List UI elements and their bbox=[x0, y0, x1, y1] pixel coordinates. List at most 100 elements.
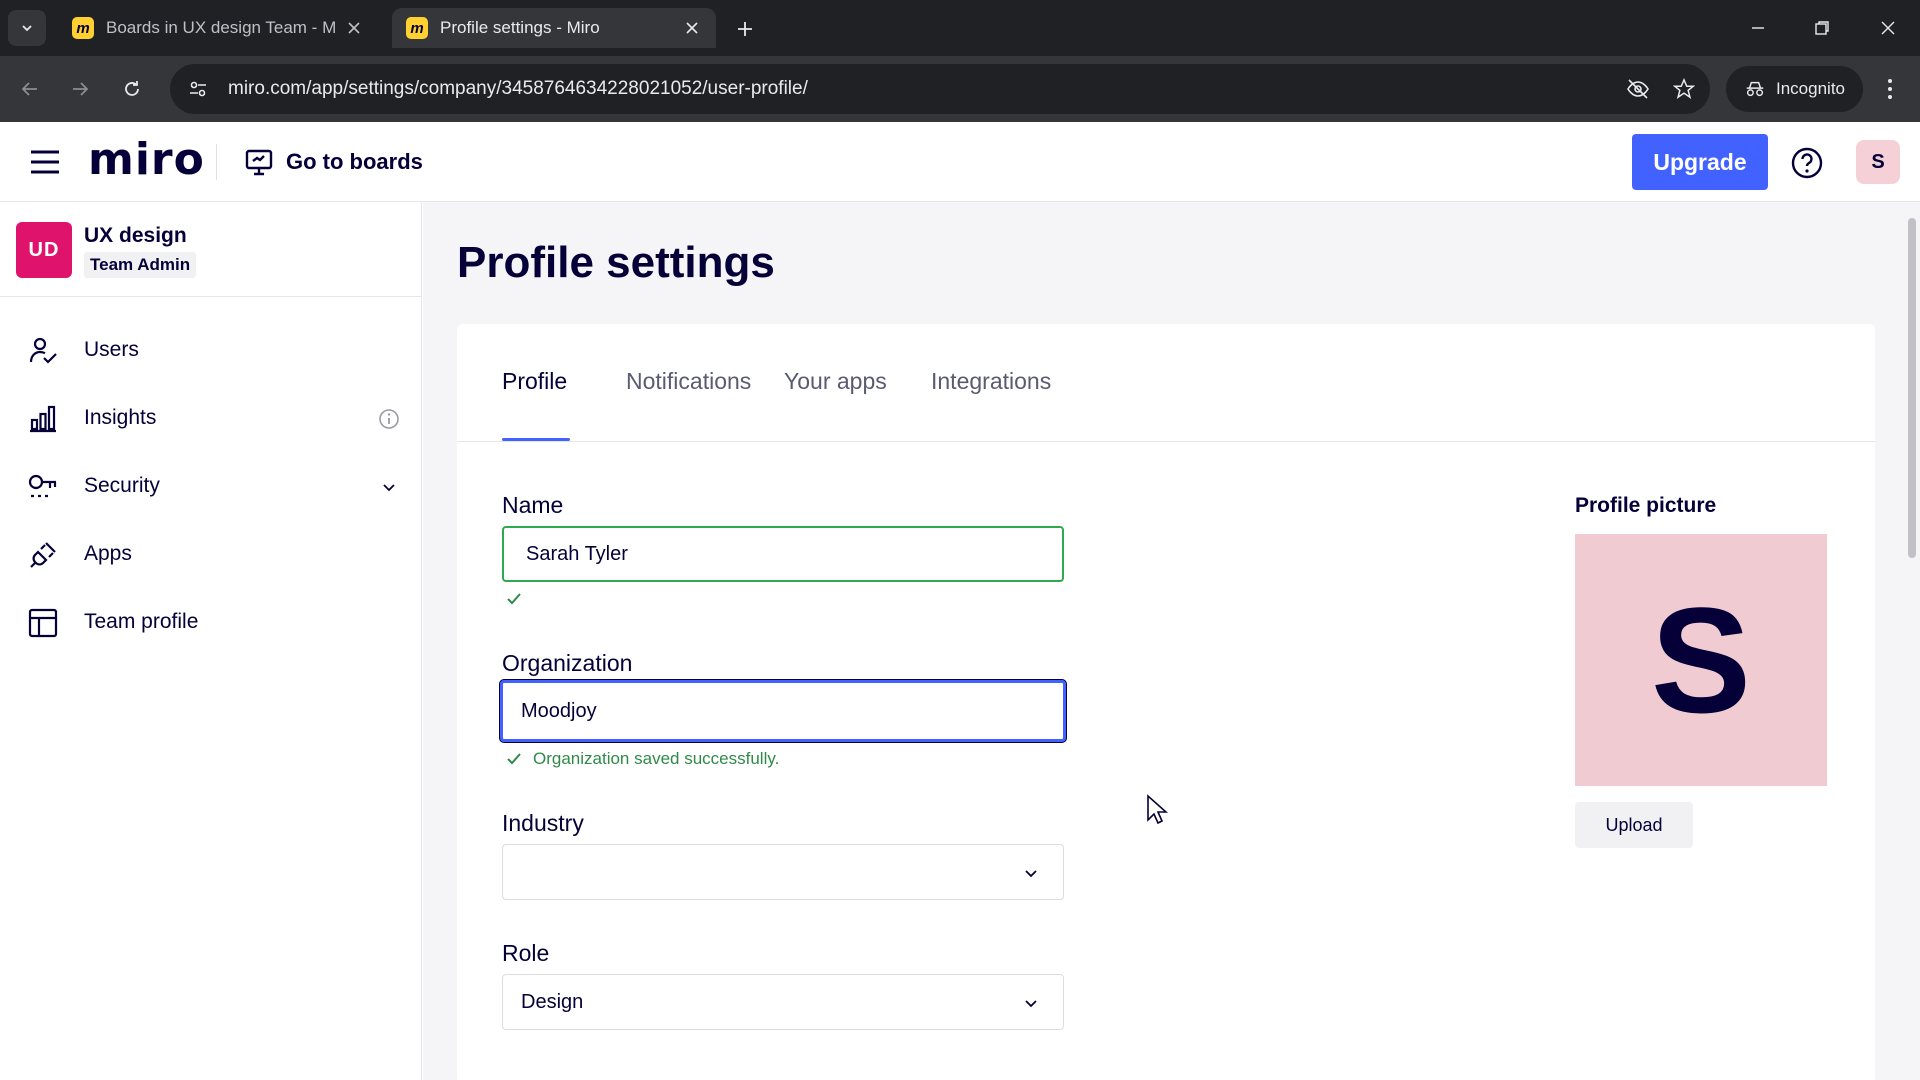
plug-icon bbox=[30, 542, 56, 568]
organization-label: Organization bbox=[502, 650, 633, 676]
close-window-button[interactable] bbox=[1870, 12, 1906, 44]
key-icon bbox=[28, 474, 57, 498]
industry-label: Industry bbox=[502, 810, 584, 836]
team-switcher[interactable]: UD UX design Team Admin bbox=[16, 222, 406, 278]
miro-favicon-icon: m bbox=[72, 17, 94, 39]
tune-icon bbox=[190, 81, 206, 97]
browser-tab-bar: m Boards in UX design Team - Mi m Profil… bbox=[0, 0, 1920, 56]
board-icon bbox=[245, 149, 273, 176]
go-to-boards-link[interactable]: Go to boards bbox=[244, 142, 423, 182]
close-tab-button[interactable] bbox=[682, 18, 702, 38]
role-select[interactable]: Design bbox=[502, 974, 1064, 1030]
sidebar-item-team-profile[interactable]: Team profile bbox=[0, 594, 422, 650]
go-to-boards-label: Go to boards bbox=[286, 149, 423, 174]
miro-favicon-icon: m bbox=[406, 17, 428, 39]
sidebar-item-label: Users bbox=[84, 338, 139, 361]
eye-off-icon bbox=[1627, 79, 1649, 99]
browser-tab-profile-settings[interactable]: m Profile settings - Miro bbox=[392, 8, 716, 48]
incognito-label: Incognito bbox=[1776, 79, 1845, 98]
chevron-down-icon[interactable] bbox=[378, 476, 400, 498]
browser-toolbar: miro.com/app/settings/company/3458764634… bbox=[0, 56, 1920, 122]
address-bar[interactable]: miro.com/app/settings/company/3458764634… bbox=[170, 64, 1710, 114]
name-input[interactable] bbox=[502, 526, 1064, 582]
profile-picture: S bbox=[1575, 534, 1827, 786]
check-icon bbox=[507, 593, 521, 605]
bar-chart-icon bbox=[30, 405, 56, 433]
close-icon bbox=[1881, 21, 1895, 35]
active-tab-indicator bbox=[502, 438, 570, 441]
mouse-cursor-icon bbox=[1147, 794, 1168, 825]
info-icon[interactable] bbox=[378, 408, 400, 430]
sidebar-item-label: Team profile bbox=[84, 610, 199, 633]
browser-tab-boards[interactable]: m Boards in UX design Team - Mi bbox=[58, 8, 378, 48]
tracking-protection-button[interactable] bbox=[1618, 69, 1658, 109]
chevron-down-icon bbox=[1025, 1000, 1037, 1008]
tab-search-button[interactable] bbox=[8, 10, 46, 46]
reload-icon bbox=[125, 81, 139, 96]
page-title: Profile settings bbox=[457, 238, 775, 287]
sidebar-item-label: Insights bbox=[84, 406, 157, 429]
settings-sidebar: UD UX design Team Admin Users Insights S… bbox=[0, 202, 422, 1080]
profile-picture-label: Profile picture bbox=[1575, 494, 1717, 517]
settings-card: Profile Notifications Your apps Integrat… bbox=[457, 324, 1875, 1080]
sidebar-item-users[interactable]: Users bbox=[0, 322, 422, 378]
organization-input[interactable] bbox=[500, 680, 1066, 742]
role-label: Role bbox=[502, 940, 550, 966]
miro-logo[interactable]: miro bbox=[88, 134, 205, 185]
close-tab-button[interactable] bbox=[344, 18, 364, 38]
name-label: Name bbox=[502, 492, 564, 518]
hamburger-menu-icon[interactable] bbox=[28, 148, 62, 176]
forward-button[interactable] bbox=[64, 73, 96, 105]
restore-icon bbox=[1815, 21, 1829, 35]
header-divider bbox=[216, 144, 217, 180]
star-icon bbox=[1673, 78, 1695, 99]
arrow-left-icon bbox=[21, 82, 37, 96]
settings-tabs: Profile Notifications Your apps Integrat… bbox=[457, 324, 1875, 442]
tab-notifications[interactable]: Notifications bbox=[626, 368, 751, 395]
arrow-right-icon bbox=[73, 82, 89, 96]
more-vertical-icon bbox=[1888, 79, 1892, 99]
chevron-down-icon bbox=[1025, 870, 1037, 878]
restore-window-button[interactable] bbox=[1804, 12, 1840, 44]
sidebar-item-label: Apps bbox=[84, 542, 132, 565]
help-icon[interactable] bbox=[1790, 146, 1824, 180]
sidebar-item-label: Security bbox=[84, 474, 160, 497]
layout-icon bbox=[28, 608, 58, 638]
industry-select[interactable] bbox=[502, 844, 1064, 900]
app-header: miro Go to boards Upgrade S bbox=[0, 122, 1920, 202]
new-tab-button[interactable] bbox=[730, 14, 760, 44]
minimize-icon bbox=[1752, 27, 1764, 29]
back-button[interactable] bbox=[14, 73, 46, 105]
browser-menu-button[interactable] bbox=[1874, 73, 1906, 105]
incognito-indicator[interactable]: Incognito bbox=[1726, 66, 1863, 112]
upgrade-button[interactable]: Upgrade bbox=[1632, 134, 1768, 190]
bookmark-button[interactable] bbox=[1664, 69, 1704, 109]
team-name: UX design bbox=[84, 224, 187, 247]
chevron-down-icon bbox=[22, 25, 32, 32]
team-role-badge: Team Admin bbox=[84, 252, 197, 278]
sidebar-item-insights[interactable]: Insights bbox=[0, 390, 422, 446]
plus-icon bbox=[738, 22, 752, 36]
tab-title: Profile settings - Miro bbox=[440, 18, 600, 37]
team-badge: UD bbox=[16, 222, 72, 278]
sidebar-item-apps[interactable]: Apps bbox=[0, 526, 422, 582]
scrollbar-thumb[interactable] bbox=[1908, 218, 1916, 558]
tab-your-apps[interactable]: Your apps bbox=[784, 368, 887, 395]
user-check-icon bbox=[29, 337, 57, 364]
tab-profile[interactable]: Profile bbox=[502, 368, 567, 395]
tab-integrations[interactable]: Integrations bbox=[931, 368, 1051, 395]
check-icon bbox=[507, 753, 521, 765]
main-content: Profile settings Profile Notifications Y… bbox=[423, 202, 1920, 1080]
url-text: miro.com/app/settings/company/3458764634… bbox=[228, 78, 808, 99]
upload-button[interactable]: Upload bbox=[1575, 802, 1693, 848]
minimize-window-button[interactable] bbox=[1740, 12, 1776, 44]
close-icon bbox=[348, 22, 360, 34]
site-info-button[interactable] bbox=[178, 69, 218, 109]
organization-success-message: Organization saved successfully. bbox=[533, 749, 780, 768]
user-avatar[interactable]: S bbox=[1856, 140, 1900, 184]
reload-button[interactable] bbox=[116, 73, 148, 105]
tab-title: Boards in UX design Team - Mi bbox=[106, 18, 336, 37]
page-scrollbar[interactable] bbox=[1904, 202, 1920, 1080]
sidebar-item-security[interactable]: Security bbox=[0, 458, 422, 514]
sidebar-divider bbox=[0, 296, 422, 297]
